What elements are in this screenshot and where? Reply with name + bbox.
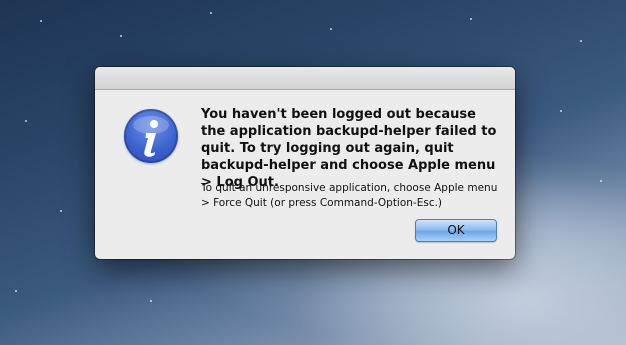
star: [150, 300, 152, 302]
star: [210, 12, 212, 14]
star: [560, 110, 562, 112]
star: [330, 28, 332, 30]
alert-message: You haven't been logged out because the …: [201, 107, 497, 190]
star: [470, 18, 472, 20]
ok-button[interactable]: OK: [415, 219, 497, 242]
star: [600, 180, 602, 182]
star: [15, 290, 17, 292]
star: [40, 20, 42, 22]
alert-informative-text: To quit an unresponsive application, cho…: [201, 182, 498, 209]
alert-dialog: You haven't been logged out because the …: [95, 67, 515, 259]
star: [25, 120, 27, 122]
star: [60, 210, 62, 212]
info-icon: [124, 109, 178, 163]
star: [120, 35, 122, 37]
dialog-titlebar: [95, 67, 515, 90]
star: [580, 40, 582, 42]
